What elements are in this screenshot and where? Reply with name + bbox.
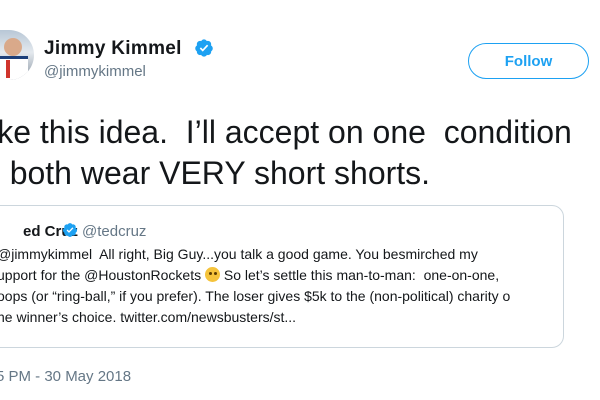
tweet-line: like this idea. I’ll accept on one condi… bbox=[0, 114, 572, 150]
tweet-timestamp[interactable]: 5 PM - 30 May 2018 bbox=[0, 368, 131, 385]
follow-button[interactable]: Follow bbox=[468, 43, 589, 79]
quoted-line: oops (or “ring-ball,” if you prefer). Th… bbox=[0, 288, 511, 304]
quoted-tweet-text: @jimmykimmel All right, Big Guy...you ta… bbox=[0, 244, 600, 328]
quoted-handle: @tedcruz bbox=[82, 223, 147, 240]
avatar-shirt-stripe bbox=[6, 60, 10, 78]
author-avatar[interactable] bbox=[0, 30, 34, 80]
quoted-verified-badge-icon bbox=[63, 223, 78, 237]
quoted-line: he winner’s choice. twitter.com/newsbust… bbox=[0, 309, 297, 325]
avatar-shirt bbox=[0, 56, 28, 80]
author-handle[interactable]: @jimmykimmel bbox=[44, 63, 146, 80]
quoted-line: @jimmykimmel All right, Big Guy...you ta… bbox=[0, 246, 478, 262]
avatar-head bbox=[4, 38, 22, 56]
tweet-line: e both wear VERY short shorts. bbox=[0, 155, 431, 191]
quoted-line: upport for the @HoustonRockets bbox=[0, 267, 202, 283]
verified-badge-icon bbox=[195, 39, 213, 57]
tweet-text: like this idea. I’ll accept on one condi… bbox=[0, 112, 600, 194]
author-display-name[interactable]: Jimmy Kimmel bbox=[44, 38, 182, 60]
thinking-face-emoji-icon bbox=[204, 267, 220, 282]
quoted-line: So let’s settle this man-to-man: one-on-… bbox=[219, 267, 500, 283]
